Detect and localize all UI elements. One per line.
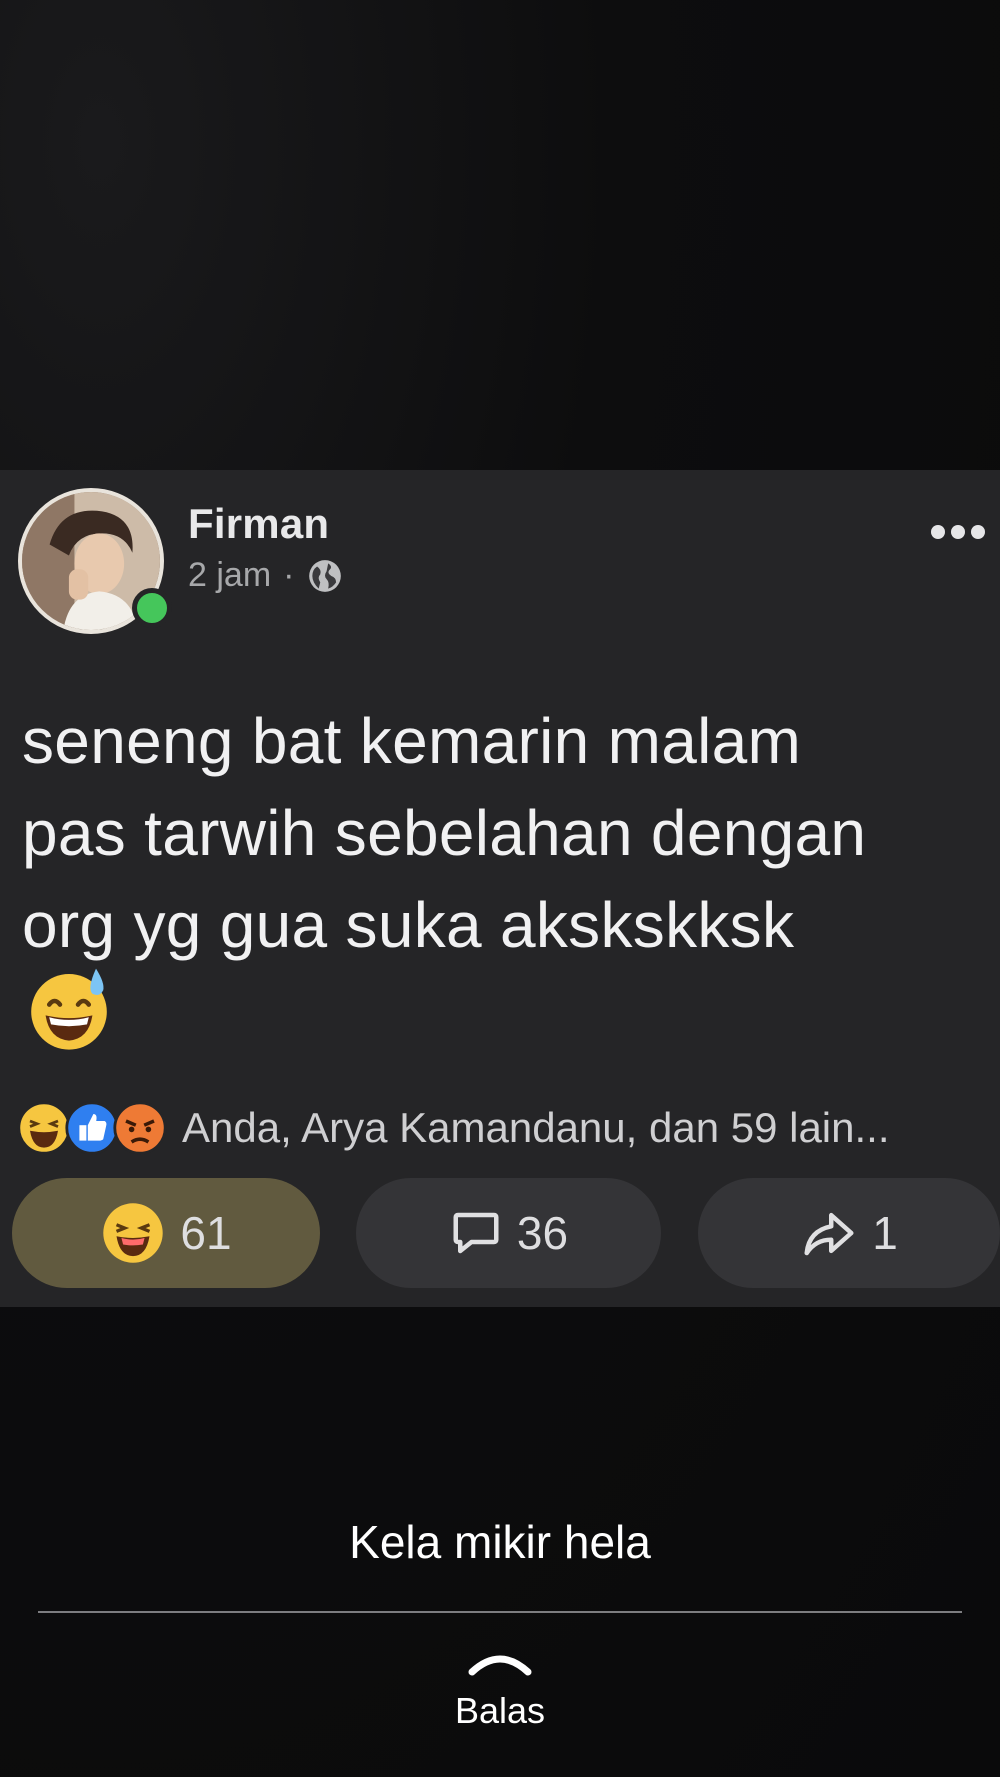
comment-count: 36 xyxy=(516,1207,569,1259)
chevron-up-icon[interactable] xyxy=(466,1648,534,1678)
reaction-icons xyxy=(16,1100,167,1156)
post-text-line-1: seneng bat kemarin malam xyxy=(22,705,802,777)
haha-reaction-icon xyxy=(103,1203,164,1263)
divider xyxy=(38,1611,962,1613)
reaction-summary[interactable]: Anda, Arya Kamandanu, dan 59 lain... xyxy=(16,1098,890,1158)
grinning-sweat-emoji-icon xyxy=(31,968,107,1050)
comment-icon xyxy=(453,1212,499,1254)
post-meta: 2 jam · xyxy=(188,556,344,595)
reply-button[interactable]: Balas xyxy=(0,1690,1000,1732)
meta-separator: · xyxy=(283,556,295,594)
share-icon xyxy=(804,1212,854,1256)
share-count: 1 xyxy=(872,1207,898,1259)
share-button[interactable]: 1 xyxy=(698,1178,1000,1288)
online-status-dot xyxy=(132,588,172,628)
globe-icon xyxy=(309,559,342,592)
angry-reaction-icon xyxy=(113,1101,167,1155)
reaction-names: Anda, Arya Kamandanu, dan 59 lain... xyxy=(182,1104,890,1151)
author-name[interactable]: Firman xyxy=(188,500,329,548)
post-text: seneng bat kemarin malam pas tarwih sebe… xyxy=(22,695,982,971)
haha-count: 61 xyxy=(180,1207,232,1259)
post-time[interactable]: 2 jam xyxy=(188,556,271,595)
more-options-icon[interactable] xyxy=(928,522,988,542)
story-caption: Kela mikir hela xyxy=(349,1516,651,1568)
post-text-line-2: pas tarwih sebelahan dengan xyxy=(22,797,867,869)
story-viewer: Firman 2 jam · seneng bat kemarin malam … xyxy=(0,0,1000,1777)
haha-button[interactable]: 61 xyxy=(12,1178,320,1288)
comment-button[interactable]: 36 xyxy=(356,1178,661,1288)
post-card: Firman 2 jam · seneng bat kemarin malam … xyxy=(0,470,1000,1307)
post-text-line-3: org yg gua suka akskskksk xyxy=(22,889,795,961)
